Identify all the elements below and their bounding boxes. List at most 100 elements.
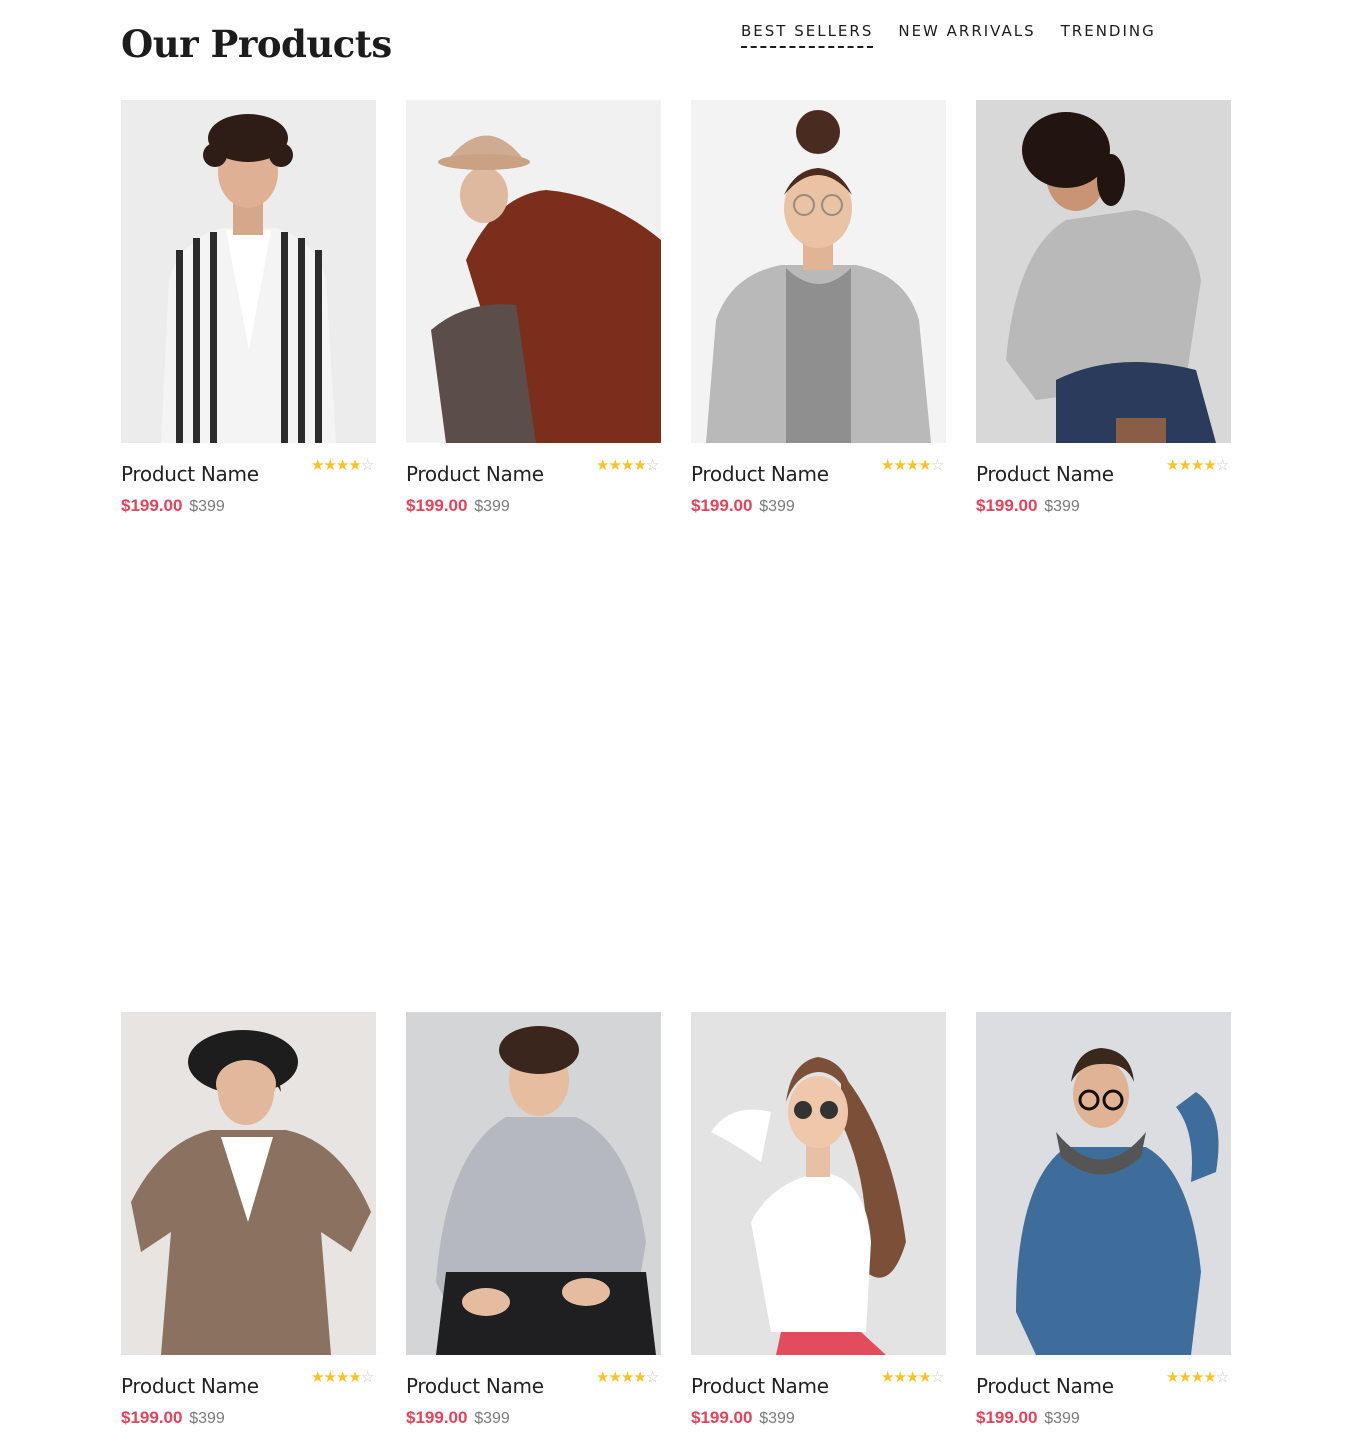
star-icon: ★ [918, 457, 931, 474]
price: $199.00 [691, 496, 753, 515]
old-price: $399 [474, 498, 510, 515]
product-image[interactable] [691, 100, 946, 443]
product-card[interactable]: Product Name ★★★★☆ $199.00 $399 [691, 100, 946, 523]
old-price: $399 [189, 498, 225, 515]
star-icon: ★ [1203, 457, 1216, 474]
star-icon: ★ [893, 1369, 906, 1386]
star-empty-icon: ☆ [645, 1369, 659, 1386]
tab-best-sellers[interactable]: BEST SELLERS [741, 20, 874, 48]
product-name[interactable]: Product Name [121, 462, 259, 486]
star-icon: ★ [311, 457, 324, 474]
star-empty-icon: ☆ [360, 457, 374, 474]
star-empty-icon: ☆ [1215, 1369, 1229, 1386]
star-icon: ★ [918, 1369, 931, 1386]
product-tabs: BEST SELLERS NEW ARRIVALS TRENDING [741, 20, 1156, 48]
price: $199.00 [121, 1408, 183, 1427]
star-rating: ★★★★☆ [596, 1368, 659, 1388]
star-icon: ★ [348, 457, 361, 474]
price-line: $199.00 $399 [121, 1408, 225, 1428]
star-rating: ★★★★☆ [311, 1368, 374, 1388]
star-icon: ★ [348, 1369, 361, 1386]
price-line: $199.00 $399 [691, 496, 795, 516]
price: $199.00 [691, 1408, 753, 1427]
star-icon: ★ [1178, 457, 1191, 474]
star-icon: ★ [620, 1369, 634, 1386]
star-icon: ★ [1203, 1369, 1216, 1386]
star-icon: ★ [335, 457, 349, 474]
product-image[interactable] [406, 1012, 661, 1355]
star-rating: ★★★★☆ [881, 1368, 944, 1388]
product-card[interactable]: Product Name ★★★★☆ $199.00 $399 [691, 1012, 946, 1435]
star-empty-icon: ☆ [930, 457, 944, 474]
product-name[interactable]: Product Name [691, 1374, 829, 1398]
price: $199.00 [406, 1408, 468, 1427]
star-icon: ★ [881, 1369, 894, 1386]
star-icon: ★ [608, 457, 621, 474]
star-icon: ★ [1166, 457, 1179, 474]
product-image[interactable] [121, 1012, 376, 1355]
product-grid: Product Name ★★★★☆ $199.00 $399 Product … [121, 100, 1231, 1435]
tab-trending[interactable]: TRENDING [1061, 20, 1156, 48]
old-price: $399 [759, 1410, 795, 1427]
star-icon: ★ [1178, 1369, 1191, 1386]
price: $199.00 [121, 496, 183, 515]
old-price: $399 [1044, 1410, 1080, 1427]
product-name[interactable]: Product Name [406, 462, 544, 486]
star-empty-icon: ☆ [645, 457, 659, 474]
old-price: $399 [759, 498, 795, 515]
star-icon: ★ [596, 1369, 609, 1386]
price: $199.00 [976, 496, 1038, 515]
star-icon: ★ [596, 457, 609, 474]
product-name[interactable]: Product Name [121, 1374, 259, 1398]
product-card[interactable]: Product Name ★★★★☆ $199.00 $399 [121, 1012, 376, 1435]
star-rating: ★★★★☆ [311, 456, 374, 476]
price-line: $199.00 $399 [121, 496, 225, 516]
product-image[interactable] [121, 100, 376, 443]
star-icon: ★ [633, 1369, 646, 1386]
star-rating: ★★★★☆ [1166, 1368, 1229, 1388]
star-icon: ★ [335, 1369, 349, 1386]
product-card[interactable]: Product Name ★★★★☆ $199.00 $399 [406, 100, 661, 523]
star-empty-icon: ☆ [360, 1369, 374, 1386]
product-name[interactable]: Product Name [976, 1374, 1114, 1398]
product-image[interactable] [976, 1012, 1231, 1355]
star-icon: ★ [893, 457, 906, 474]
star-rating: ★★★★☆ [596, 456, 659, 476]
star-rating: ★★★★☆ [881, 456, 944, 476]
star-icon: ★ [311, 1369, 324, 1386]
star-icon: ★ [608, 1369, 621, 1386]
product-card[interactable]: Product Name ★★★★☆ $199.00 $399 [121, 100, 376, 523]
old-price: $399 [1044, 498, 1080, 515]
product-card[interactable]: Product Name ★★★★☆ $199.00 $399 [406, 1012, 661, 1435]
old-price: $399 [189, 1410, 225, 1427]
price-line: $199.00 $399 [406, 496, 510, 516]
product-image[interactable] [691, 1012, 946, 1355]
star-icon: ★ [905, 1369, 919, 1386]
price-line: $199.00 $399 [976, 496, 1080, 516]
price-line: $199.00 $399 [976, 1408, 1080, 1428]
star-icon: ★ [323, 457, 336, 474]
product-card[interactable]: Product Name ★★★★☆ $199.00 $399 [976, 100, 1231, 523]
star-icon: ★ [1190, 457, 1204, 474]
price-line: $199.00 $399 [406, 1408, 510, 1428]
star-icon: ★ [881, 457, 894, 474]
star-icon: ★ [1166, 1369, 1179, 1386]
product-card[interactable]: Product Name ★★★★☆ $199.00 $399 [976, 1012, 1231, 1435]
star-icon: ★ [1190, 1369, 1204, 1386]
page-title: Our Products [121, 22, 392, 66]
old-price: $399 [474, 1410, 510, 1427]
product-name[interactable]: Product Name [976, 462, 1114, 486]
price: $199.00 [406, 496, 468, 515]
product-image[interactable] [976, 100, 1231, 443]
star-icon: ★ [323, 1369, 336, 1386]
price-line: $199.00 $399 [691, 1408, 795, 1428]
star-rating: ★★★★☆ [1166, 456, 1229, 476]
star-empty-icon: ☆ [1215, 457, 1229, 474]
tab-new-arrivals[interactable]: NEW ARRIVALS [898, 20, 1035, 48]
product-name[interactable]: Product Name [406, 1374, 544, 1398]
product-name[interactable]: Product Name [691, 462, 829, 486]
price: $199.00 [976, 1408, 1038, 1427]
star-icon: ★ [633, 457, 646, 474]
star-icon: ★ [905, 457, 919, 474]
product-image[interactable] [406, 100, 661, 443]
